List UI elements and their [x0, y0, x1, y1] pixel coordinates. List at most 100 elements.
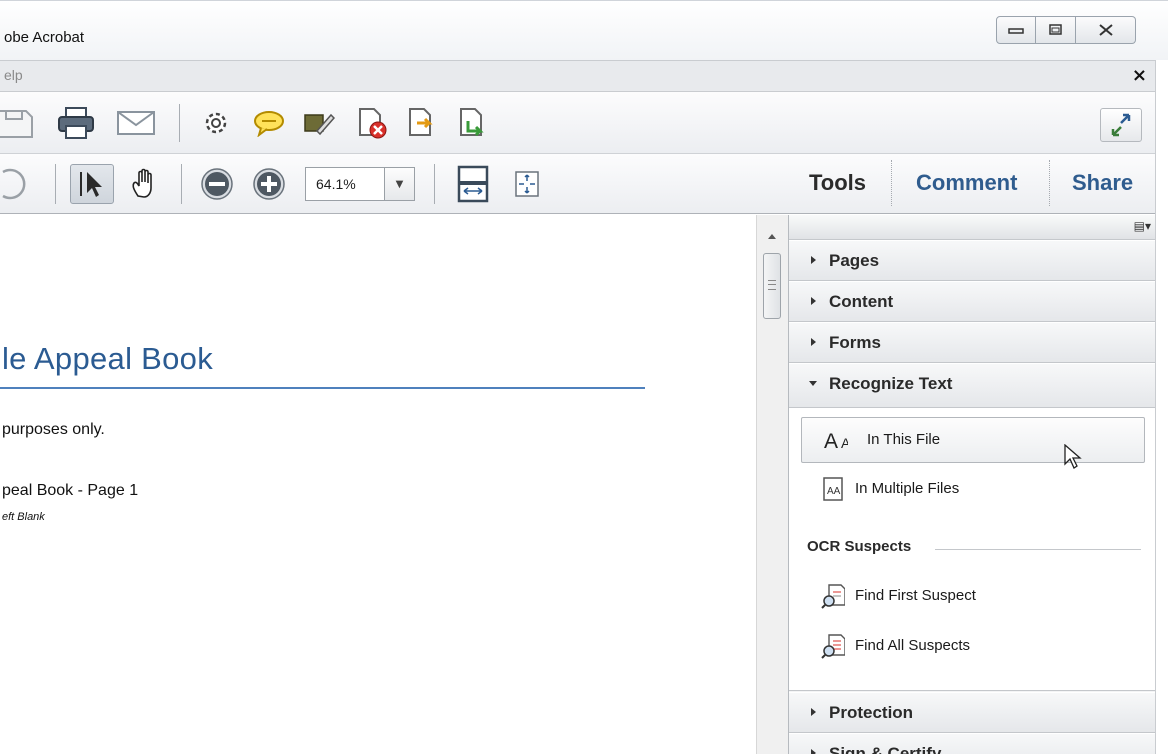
sign-pen-icon [304, 113, 335, 136]
window-controls [996, 16, 1136, 44]
document-text: eft Blank [2, 511, 45, 523]
pane-options-button[interactable]: ▤▾ [1134, 219, 1151, 233]
find-all-suspects-button[interactable]: Find All Suspects [801, 624, 1145, 670]
save-button[interactable] [0, 106, 36, 140]
heading-divider [935, 549, 1141, 550]
title-bar: obe Acrobat [0, 0, 1168, 60]
file-toolbar [0, 92, 1155, 154]
scroll-up-icon[interactable] [768, 234, 776, 239]
svg-text:AA: AA [827, 486, 841, 497]
find-all-suspects-icon [821, 634, 845, 659]
find-first-suspect-button[interactable]: Find First Suspect [801, 574, 1145, 620]
mail-icon [117, 111, 155, 135]
section-pages[interactable]: Pages [789, 240, 1157, 281]
find-suspect-icon [821, 584, 845, 609]
pane-header: ▤▾ [789, 215, 1157, 240]
tab-separator [891, 160, 892, 206]
comment-button[interactable] [252, 108, 286, 138]
zoom-dropdown-button[interactable]: ▼ [385, 167, 415, 201]
document-view[interactable]: le Appeal Book purposes only. peal Book … [0, 215, 756, 754]
sign-button[interactable] [302, 108, 336, 138]
full-screen-button[interactable] [1100, 108, 1142, 142]
hand-icon [132, 168, 152, 198]
recognize-text-panel: AA In This File AA In Multiple Files OCR… [789, 408, 1157, 691]
fit-page-icon [457, 165, 489, 203]
section-label: Forms [829, 333, 881, 352]
document-text: purposes only. [2, 421, 105, 438]
item-label: In Multiple Files [855, 480, 960, 497]
minus-circle-icon [201, 168, 233, 200]
section-label: Pages [829, 251, 880, 270]
plus-circle-icon [253, 168, 285, 200]
tab-share[interactable]: Share [1072, 170, 1133, 196]
document-text: peal Book - Page 1 [2, 482, 139, 499]
document-delete-icon [359, 108, 387, 139]
rotate-button[interactable] [0, 166, 34, 202]
item-label: In This File [867, 431, 941, 448]
item-label: Find All Suspects [855, 637, 971, 654]
vertical-scrollbar[interactable] [756, 215, 788, 754]
minimize-icon [1008, 28, 1024, 34]
expand-arrow-icon [811, 256, 816, 264]
speech-bubble-icon [254, 111, 284, 137]
expand-arrow-icon [811, 297, 816, 305]
zoom-out-button[interactable] [198, 166, 236, 202]
document-heading: le Appeal Book [2, 341, 214, 376]
section-content[interactable]: Content [789, 281, 1157, 322]
restore-button[interactable] [1036, 16, 1076, 44]
section-sign-certify[interactable]: Sign & Certify [789, 733, 1157, 754]
close-window-button[interactable] [1076, 16, 1136, 44]
expand-arrow-icon [811, 338, 816, 346]
fit-width-button[interactable] [510, 166, 544, 202]
in-this-file-button[interactable]: AA In This File [801, 417, 1145, 469]
fit-page-button[interactable] [453, 164, 493, 204]
remove-document-button[interactable] [355, 106, 389, 140]
toolbar-separator [434, 164, 435, 204]
tools-pane: ▤▾ Pages Content Forms Recognize Text AA… [788, 215, 1157, 754]
settings-button[interactable] [199, 108, 233, 138]
section-protection[interactable]: Protection [789, 692, 1157, 733]
document-export-icon [409, 108, 433, 136]
select-cursor-icon [80, 172, 102, 197]
section-recognize-text[interactable]: Recognize Text [789, 363, 1157, 408]
scroll-thumb[interactable] [763, 253, 781, 319]
zoom-in-button[interactable] [250, 166, 288, 202]
close-document-button[interactable]: × [1132, 65, 1147, 86]
expand-icon [1111, 113, 1131, 137]
gear-icon [205, 112, 227, 134]
send-document-button[interactable] [456, 106, 490, 140]
close-icon [1098, 24, 1113, 36]
save-icon [0, 110, 33, 138]
in-multiple-files-button[interactable]: AA In Multiple Files [801, 467, 1145, 513]
export-document-button[interactable] [405, 106, 439, 140]
window-title: obe Acrobat [4, 29, 85, 46]
section-forms[interactable]: Forms [789, 322, 1157, 363]
section-label: Recognize Text [829, 374, 953, 393]
section-label: Content [829, 292, 894, 311]
minimize-button[interactable] [996, 16, 1036, 44]
ocr-suspects-heading: OCR Suspects [807, 538, 912, 555]
expand-arrow-icon [811, 749, 816, 754]
menu-help[interactable]: elp [4, 67, 23, 83]
tab-tools[interactable]: Tools [809, 170, 866, 196]
section-label: Sign & Certify [829, 744, 942, 754]
email-button[interactable] [116, 108, 156, 138]
window-border [1155, 60, 1168, 754]
grip-icon [768, 280, 776, 290]
select-tool-button[interactable] [70, 164, 114, 204]
rotate-icon [2, 168, 26, 200]
hand-tool-button[interactable] [124, 166, 164, 202]
heading-rule [0, 387, 645, 389]
section-label: Protection [829, 703, 914, 722]
print-button[interactable] [56, 106, 96, 140]
restore-icon [1048, 24, 1062, 35]
collapse-arrow-icon [809, 381, 817, 386]
fit-width-icon [515, 171, 539, 197]
toolbar-separator [181, 164, 182, 204]
toolbar-separator [55, 164, 56, 204]
text-aa-icon: AA [824, 428, 848, 452]
document-send-icon [460, 108, 484, 137]
zoom-input[interactable]: 64.1% [305, 167, 385, 201]
expand-arrow-icon [811, 708, 816, 716]
tab-comment[interactable]: Comment [916, 170, 1017, 196]
